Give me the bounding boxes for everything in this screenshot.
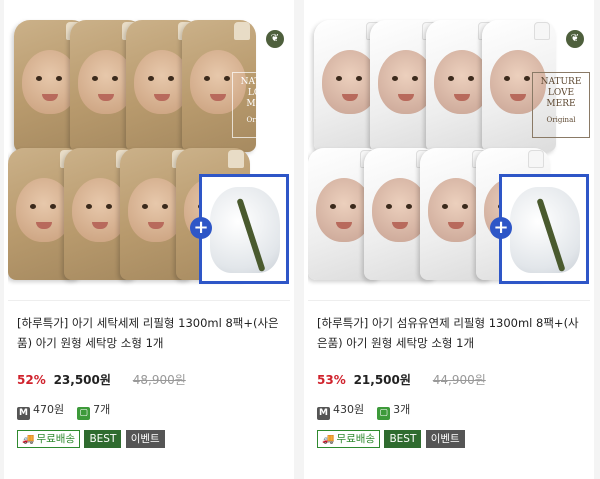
plus-icon: + <box>190 217 212 239</box>
brand-label: NATURE LOVE MERE Original <box>232 72 290 138</box>
gift-item-box: + <box>490 174 589 284</box>
gift-item-box: + <box>190 174 289 284</box>
brand-sub: Original <box>546 116 576 124</box>
truck-icon: 🚚 <box>22 434 35 445</box>
event-tag: 이벤트 <box>425 430 465 448</box>
product-card[interactable]: NATURE LOVE MERE Original ❦ + [하루특가] 아기 … <box>304 0 594 479</box>
review-icon: ▢ <box>77 407 91 420</box>
discount-rate: 53% <box>317 373 346 387</box>
divider <box>308 300 590 301</box>
brand-line: MERE <box>246 99 276 109</box>
divider <box>8 300 290 301</box>
original-price: 48,900원 <box>132 373 186 387</box>
points-value: 430원 <box>333 403 365 416</box>
price-row: 52% 23,500원 48,900원 <box>17 371 186 388</box>
product-title[interactable]: [하루특가] 아기 세탁세제 리필형 1300ml 8팩+(사은품) 아기 원형… <box>17 313 287 353</box>
points-row: M 430원 ▢ 3개 <box>317 401 410 420</box>
price-row: 53% 21,500원 44,900원 <box>317 371 486 388</box>
original-price: 44,900원 <box>432 373 486 387</box>
laundry-net-image <box>510 187 580 273</box>
points-value: 470원 <box>33 403 65 416</box>
free-shipping-label: 무료배송 <box>36 433 76 445</box>
brand-line: MERE <box>546 99 576 109</box>
product-image[interactable]: NATURE LOVE MERE Original ❦ + <box>308 16 590 298</box>
sale-price: 23,500원 <box>53 373 111 387</box>
product-card[interactable]: NATURE LOVE MERE Original ❦ + [하루특가] 아기 … <box>4 0 294 479</box>
discount-rate: 52% <box>17 373 46 387</box>
brand-line: LOVE <box>247 88 275 98</box>
tree-logo-icon: ❦ <box>566 30 584 48</box>
mileage-icon: M <box>317 407 330 420</box>
free-shipping-tag: 🚚 무료배송 <box>17 430 81 448</box>
best-tag: BEST <box>384 430 422 448</box>
best-tag: BEST <box>84 430 122 448</box>
free-shipping-label: 무료배송 <box>336 433 376 445</box>
event-tag: 이벤트 <box>125 430 165 448</box>
brand-label: NATURE LOVE MERE Original <box>532 72 590 138</box>
product-info: [하루특가] 아기 섬유유연제 리필형 1300ml 8팩+(사은품) 아기 원… <box>317 313 587 448</box>
brand-sub: Original <box>246 116 276 124</box>
brand-line: NATURE <box>240 77 282 87</box>
product-image[interactable]: NATURE LOVE MERE Original ❦ + <box>8 16 290 298</box>
free-shipping-tag: 🚚 무료배송 <box>317 430 381 448</box>
plus-icon: + <box>490 217 512 239</box>
laundry-net-image <box>210 187 280 273</box>
truck-icon: 🚚 <box>322 434 335 445</box>
product-title[interactable]: [하루특가] 아기 섬유유연제 리필형 1300ml 8팩+(사은품) 아기 원… <box>317 313 587 353</box>
brand-line: NATURE <box>540 77 582 87</box>
tree-logo-icon: ❦ <box>266 30 284 48</box>
review-count: 7개 <box>93 403 111 416</box>
tag-row: 🚚 무료배송 BEST 이벤트 <box>17 430 166 448</box>
review-icon: ▢ <box>377 407 391 420</box>
tag-row: 🚚 무료배송 BEST 이벤트 <box>317 430 466 448</box>
brand-line: LOVE <box>547 88 575 98</box>
review-count: 3개 <box>393 403 411 416</box>
product-info: [하루특가] 아기 세탁세제 리필형 1300ml 8팩+(사은품) 아기 원형… <box>17 313 287 448</box>
points-row: M 470원 ▢ 7개 <box>17 401 110 420</box>
mileage-icon: M <box>17 407 30 420</box>
sale-price: 21,500원 <box>353 373 411 387</box>
